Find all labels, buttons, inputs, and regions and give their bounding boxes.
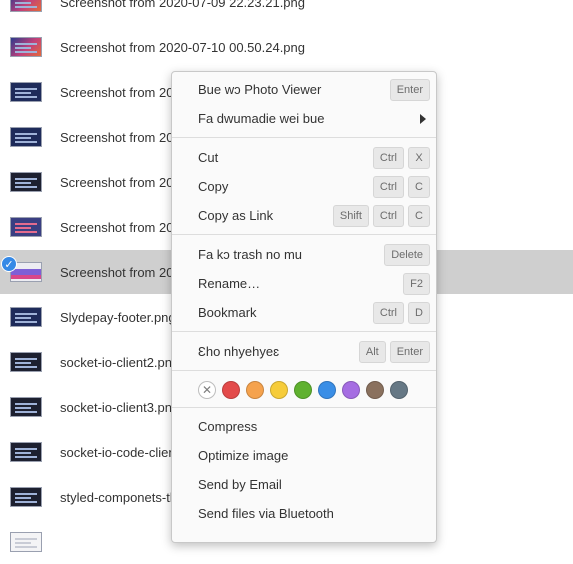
menu-separator [172,137,436,138]
key-delete: Delete [384,244,430,266]
shortcut-keys: Ctrl C [372,176,430,198]
key-x: X [408,147,430,169]
key-enter: Enter [389,79,430,101]
copy-as-link-item[interactable]: Copy as Link Shift Ctrl C [172,202,436,231]
shortcut-keys: Ctrl X [372,147,430,169]
menu-item-label: Bue wɔ Photo Viewer [198,82,322,97]
context-menu: Bue wɔ Photo Viewer Enter Fa dwumadie we… [171,71,437,543]
file-thumbnail [10,37,42,57]
key-ctrl: Ctrl [372,176,404,198]
file-name: socket-io-code-clien [60,444,176,460]
rename-item[interactable]: Rename… F2 [172,270,436,299]
shortcut-keys: Shift Ctrl C [332,205,430,227]
file-name: Screenshot from 20 [60,174,174,190]
open-with-photo-viewer-item[interactable]: Bue wɔ Photo Viewer Enter [172,76,436,105]
file-name: Screenshot from 2020-07-10 00.50.24.png [60,39,306,55]
file-thumbnail [10,0,42,12]
optimize-image-item[interactable]: Optimize image [172,442,436,471]
send-via-bluetooth-item[interactable]: Send files via Bluetooth [172,500,436,529]
key-ctrl: Ctrl [372,147,404,169]
menu-item-label: Compress [198,419,258,434]
bookmark-item[interactable]: Bookmark Ctrl D [172,299,436,328]
menu-item-label: Cut [198,150,219,165]
file-thumbnail [10,127,42,147]
color-swatch[interactable] [246,381,264,399]
properties-item[interactable]: Ɛho nhyehyeɛ Alt Enter [172,338,436,367]
open-in-item[interactable]: Fa dwumadie wei bue [172,105,436,134]
key-alt: Alt [358,341,386,363]
menu-separator [172,370,436,371]
menu-item-label: Copy as Link [198,208,274,223]
file-name: socket-io-client2.png [60,354,180,370]
key-d: D [408,302,430,324]
file-thumbnail [10,532,42,552]
copy-item[interactable]: Copy Ctrl C [172,173,436,202]
file-thumbnail [10,442,42,462]
color-swatch[interactable] [390,381,408,399]
menu-item-label: Fa dwumadie wei bue [198,111,325,126]
file-thumbnail [10,487,42,507]
color-swatch[interactable] [270,381,288,399]
key-c: C [408,205,430,227]
file-name: Screenshot from 20 [60,264,174,280]
shortcut-keys: Delete [384,244,430,266]
file-name: Slydepay-footer.png [60,309,176,325]
file-name: Screenshot from 20 [60,84,174,100]
file-thumbnail [10,217,42,237]
shortcut-keys: Ctrl D [372,302,430,324]
menu-item-label: Optimize image [198,448,289,463]
menu-item-label: Copy [198,179,229,194]
color-swatch[interactable] [318,381,336,399]
file-name: socket-io-client3.png [60,399,180,415]
file-row[interactable]: Screenshot from 2020-07-10 00.50.24.png [0,25,573,69]
file-row[interactable]: Screenshot from 2020-07-09 22.23.21.png [0,0,573,24]
menu-item-label: Fa kɔ trash no mu [198,247,303,262]
compress-item[interactable]: Compress [172,413,436,442]
color-swatch[interactable] [366,381,384,399]
key-enter: Enter [389,341,430,363]
key-c: C [408,176,430,198]
menu-item-label: Send by Email [198,477,282,492]
menu-item-label: Send files via Bluetooth [198,506,334,521]
file-thumbnail [10,82,42,102]
color-swatch[interactable] [294,381,312,399]
file-name: Screenshot from 20 [60,129,174,145]
menu-item-label: Ɛho nhyehyeɛ [198,344,280,359]
file-thumbnail [10,172,42,192]
menu-separator [172,407,436,408]
file-thumbnail [10,352,42,372]
menu-separator [172,331,436,332]
file-thumbnail [10,397,42,417]
key-ctrl: Ctrl [372,302,404,324]
key-f2: F2 [403,273,430,295]
color-tag-row: ✕ [198,379,408,401]
move-to-trash-item[interactable]: Fa kɔ trash no mu Delete [172,241,436,270]
file-name: styled-componets-th [60,489,178,505]
key-shift: Shift [332,205,369,227]
shortcut-keys: Alt Enter [358,341,430,363]
shortcut-keys: F2 [403,273,430,295]
menu-item-label: Rename… [198,276,261,291]
submenu-arrow-icon [420,114,426,124]
key-ctrl: Ctrl [372,205,404,227]
menu-item-label: Bookmark [198,305,257,320]
file-name: Screenshot from 2020-07-09 22.23.21.png [60,0,306,10]
color-swatch[interactable] [342,381,360,399]
color-swatch[interactable] [222,381,240,399]
send-by-email-item[interactable]: Send by Email [172,471,436,500]
cut-item[interactable]: Cut Ctrl X [172,144,436,173]
menu-separator [172,234,436,235]
shortcut-keys: Enter [389,79,430,101]
selected-check-icon[interactable]: ✓ [1,256,17,272]
file-name: Screenshot from 20 [60,219,174,235]
file-thumbnail [10,307,42,327]
no-color-swatch[interactable]: ✕ [198,381,216,399]
